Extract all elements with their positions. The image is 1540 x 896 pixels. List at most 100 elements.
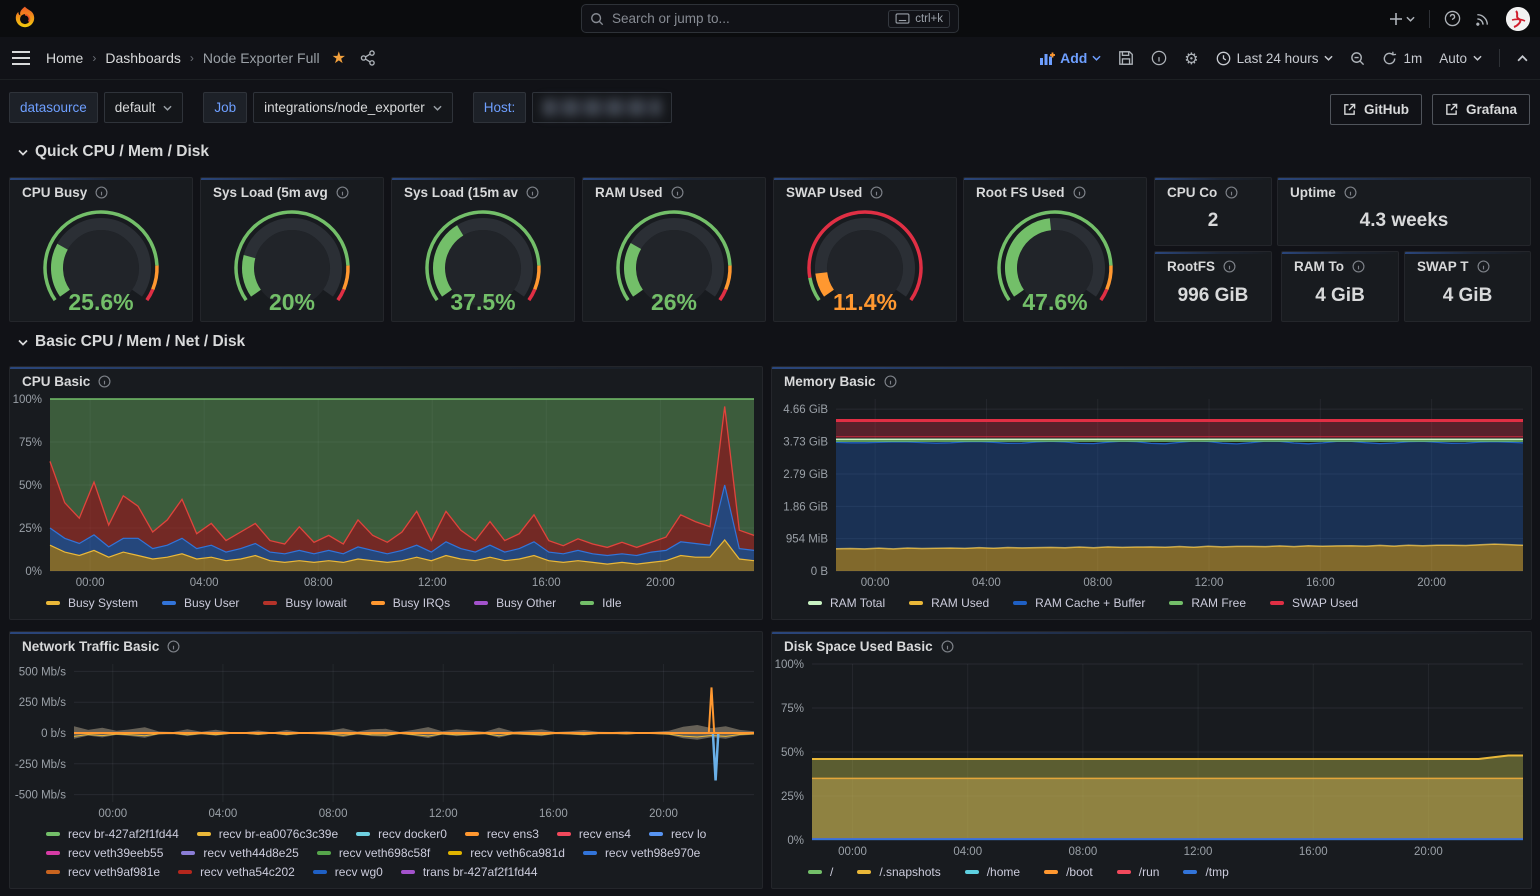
info-icon[interactable] (98, 375, 111, 388)
legend-item[interactable]: recv veth9af981e (46, 865, 160, 879)
legend-item[interactable]: recv ens4 (557, 827, 631, 841)
legend-item[interactable]: recv wg0 (313, 865, 383, 879)
legend-item[interactable]: /.snapshots (857, 865, 940, 879)
legend-item[interactable]: /boot (1044, 865, 1093, 879)
row-quick-cpu-mem-disk[interactable]: Quick CPU / Mem / Disk (18, 143, 209, 161)
legend-item[interactable]: recv ens3 (465, 827, 539, 841)
share-icon[interactable] (360, 50, 376, 66)
time-range-picker[interactable]: Last 24 hours (1216, 51, 1334, 66)
job-select[interactable]: integrations/node_exporter (253, 92, 453, 123)
panel-title[interactable]: SWAP T (1417, 259, 1469, 274)
breadcrumb-home[interactable]: Home (46, 50, 83, 66)
info-icon[interactable] (1352, 260, 1365, 273)
info-icon[interactable] (884, 375, 897, 388)
collapse-toolbar-button[interactable] (1517, 55, 1528, 62)
panel-title[interactable]: SWAP Used (786, 185, 862, 200)
info-icon[interactable] (95, 186, 108, 199)
legend-item[interactable]: recv veth6ca981d (448, 846, 565, 860)
info-icon[interactable] (167, 640, 180, 653)
info-icon[interactable] (1225, 186, 1238, 199)
memory-basic-chart[interactable]: 0 B954 MiB1.86 GiB2.79 GiB3.73 GiB4.66 G… (772, 391, 1531, 592)
help-button[interactable] (1444, 10, 1461, 27)
legend-item[interactable]: Busy System (46, 596, 138, 610)
host-label[interactable]: Host: (473, 92, 527, 123)
panel-title[interactable]: Uptime (1290, 185, 1336, 200)
info-icon[interactable] (336, 186, 349, 199)
legend-item[interactable]: / (808, 865, 833, 879)
panel-title[interactable]: Sys Load (15m av (404, 185, 518, 200)
save-dashboard-button[interactable] (1118, 50, 1134, 66)
legend-item[interactable]: /run (1117, 865, 1160, 879)
info-icon[interactable] (1477, 260, 1490, 273)
info-icon[interactable] (1073, 186, 1086, 199)
panel-title[interactable]: RAM To (1294, 259, 1344, 274)
dashboard-insights-button[interactable] (1151, 50, 1167, 66)
new-menu-button[interactable] (1389, 12, 1415, 26)
legend-item[interactable]: RAM Used (909, 596, 989, 610)
github-link-button[interactable]: GitHub (1330, 94, 1422, 125)
panel-title[interactable]: Disk Space Used Basic (784, 639, 933, 654)
legend-item[interactable]: Busy Other (474, 596, 556, 610)
grafana-logo[interactable] (12, 5, 38, 31)
legend-item[interactable]: recv veth98e970e (583, 846, 700, 860)
info-icon[interactable] (526, 186, 539, 199)
zoom-out-button[interactable] (1350, 51, 1365, 66)
legend-item[interactable]: recv veth39eeb55 (46, 846, 163, 860)
row-basic-cpu-mem-net-disk[interactable]: Basic CPU / Mem / Net / Disk (18, 333, 245, 351)
info-icon[interactable] (941, 640, 954, 653)
legend-item[interactable]: recv veth44d8e25 (181, 846, 298, 860)
host-select[interactable] (532, 92, 672, 123)
hamburger-menu-icon[interactable] (12, 51, 30, 65)
legend-item[interactable]: RAM Free (1169, 596, 1246, 610)
legend-item[interactable]: Idle (580, 596, 621, 610)
legend-item[interactable]: Busy User (162, 596, 239, 610)
network-traffic-chart[interactable]: -500 Mb/s-250 Mb/s0 b/s250 Mb/s500 Mb/s0… (10, 656, 762, 823)
job-label[interactable]: Job (203, 92, 247, 123)
info-icon[interactable] (870, 186, 883, 199)
auto-refresh-select[interactable]: Auto (1439, 51, 1482, 66)
panel-disk-space-used-basic: Disk Space Used Basic 0%25%50%75%100%00:… (771, 631, 1532, 889)
dashboard-settings-button[interactable]: ⚙ (1184, 49, 1198, 68)
legend-item[interactable]: /tmp (1183, 865, 1228, 879)
legend-item[interactable]: /home (965, 865, 1020, 879)
user-avatar[interactable] (1506, 7, 1530, 31)
legend-item[interactable]: recv br-ea0076c3c39e (197, 827, 338, 841)
legend-item[interactable]: recv vetha54c202 (178, 865, 295, 879)
datasource-label[interactable]: datasource (9, 92, 98, 123)
legend-item[interactable]: trans br-427af2f1fd44 (401, 865, 538, 879)
search-input[interactable]: Search or jump to... ctrl+k (581, 4, 959, 33)
refresh-button[interactable]: 1m (1382, 51, 1422, 66)
info-icon[interactable] (1344, 186, 1357, 199)
legend-item[interactable]: SWAP Used (1270, 596, 1358, 610)
info-icon[interactable] (671, 186, 684, 199)
legend-item[interactable]: RAM Total (808, 596, 885, 610)
network-traffic-legend: recv br-427af2f1fd44 recv br-ea0076c3c39e… (10, 823, 762, 888)
disk-space-chart[interactable]: 0%25%50%75%100%00:0004:0008:0012:0016:00… (772, 656, 1531, 861)
panel-title[interactable]: Root FS Used (976, 185, 1065, 200)
grafana-link-button[interactable]: Grafana (1432, 94, 1530, 125)
panel-title[interactable]: Network Traffic Basic (22, 639, 159, 654)
breadcrumb-dashboards[interactable]: Dashboards (105, 50, 181, 66)
cpu-basic-legend: Busy System Busy User Busy Iowait Busy IRQs… (10, 592, 762, 619)
legend-item[interactable]: recv veth698c58f (317, 846, 430, 860)
panel-title[interactable]: RootFS (1167, 259, 1215, 274)
legend-item[interactable]: Busy IRQs (371, 596, 450, 610)
panel-title[interactable]: Sys Load (5m avg (213, 185, 328, 200)
legend-item[interactable]: RAM Cache + Buffer (1013, 596, 1145, 610)
datasource-select[interactable]: default (104, 92, 184, 123)
favorite-star-icon[interactable]: ★ (332, 48, 346, 68)
legend-item[interactable]: recv lo (649, 827, 706, 841)
cpu-basic-chart[interactable]: 0%25%50%75%100%00:0004:0008:0012:0016:00… (10, 391, 762, 592)
panel-title[interactable]: CPU Busy (22, 185, 87, 200)
legend-item[interactable]: Busy Iowait (263, 596, 346, 610)
legend-item[interactable]: recv br-427af2f1fd44 (46, 827, 179, 841)
panel-title[interactable]: RAM Used (595, 185, 663, 200)
panel-title[interactable]: CPU Basic (22, 374, 90, 389)
news-icon[interactable] (1475, 10, 1492, 27)
add-panel-button[interactable]: Add (1039, 50, 1101, 66)
panel-title[interactable]: CPU Co (1167, 185, 1217, 200)
legend-item[interactable]: recv docker0 (356, 827, 447, 841)
add-chart-icon (1039, 51, 1055, 65)
info-icon[interactable] (1223, 260, 1236, 273)
panel-title[interactable]: Memory Basic (784, 374, 876, 389)
